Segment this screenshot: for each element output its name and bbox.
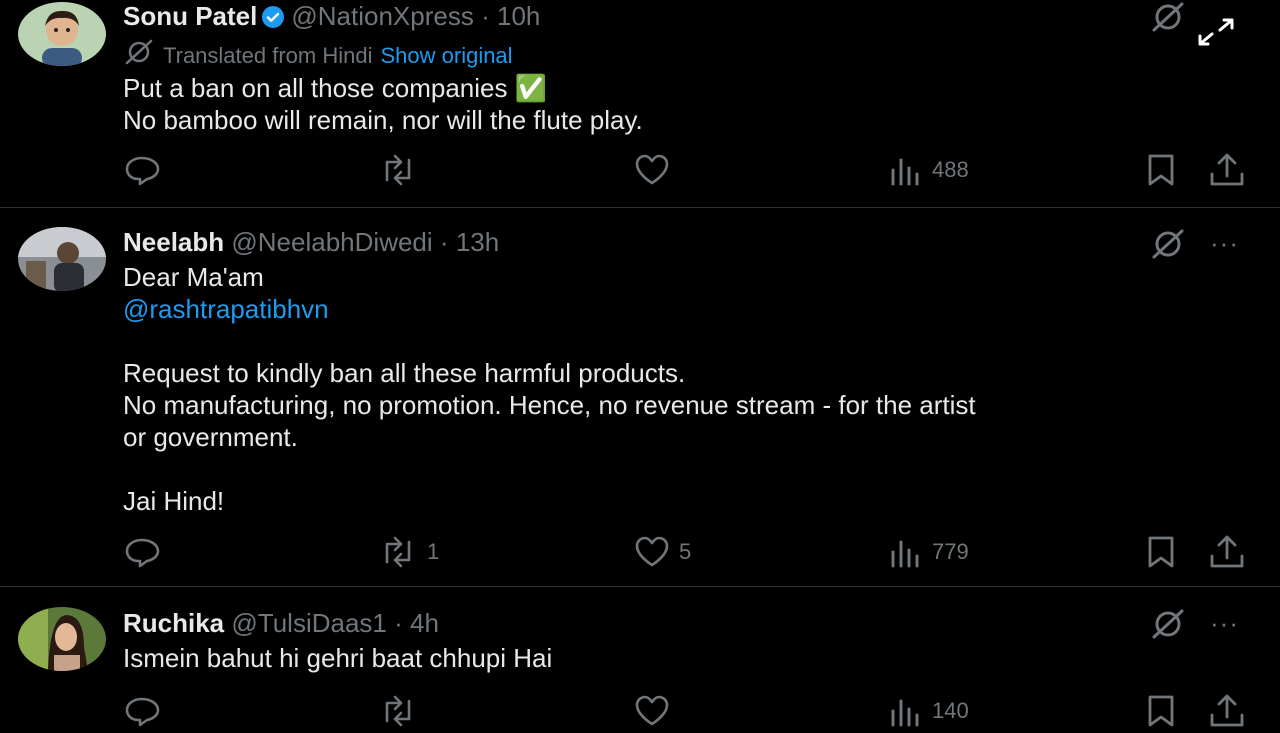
bookmark-icon [1144,152,1178,188]
repost-button[interactable]: 1 [377,534,439,570]
bookmark-button[interactable] [1144,693,1178,729]
bookmark-button[interactable] [1144,152,1178,188]
share-icon [1208,534,1246,570]
avatar[interactable] [18,227,106,291]
like-button[interactable] [633,693,671,729]
separator: · [394,608,403,638]
like-icon [633,534,671,570]
post-time[interactable]: 10h [497,1,540,31]
repost-count: 1 [427,539,440,564]
views-icon [888,152,924,188]
repost-icon [377,152,419,188]
mention-link[interactable]: @rashtrapatibhvn [123,293,976,325]
grok-icon [123,39,155,72]
author-name[interactable]: Sonu Patel [123,1,257,31]
post-text: Put a ban on all those companies ✅ No ba… [123,72,643,136]
grok-icon[interactable] [1150,229,1186,264]
grok-icon[interactable] [1150,2,1186,37]
reply-icon [123,693,161,729]
post-time[interactable]: 4h [410,608,439,638]
views-count: 779 [932,539,969,564]
author-handle[interactable]: @NeelabhDiwedi [231,227,432,257]
views-button[interactable]: 488 [888,152,969,188]
post-sonu-patel[interactable]: Sonu Patel @NationXpress · 10h Translated… [0,0,1280,207]
like-count: 5 [679,539,692,564]
post-header: Ruchika @TulsiDaas1 · 4h [123,607,439,639]
reply-button[interactable] [123,534,161,570]
views-button[interactable]: 140 [888,693,969,729]
post-line: No bamboo will remain, nor will the flut… [123,105,643,135]
repost-icon [377,693,419,729]
post-time[interactable]: 13h [456,227,499,257]
post-line: or government. [123,422,298,452]
reply-icon [123,152,161,188]
action-bar: 1 5 779 [0,534,1280,574]
post-closing: Jai Hind! [123,486,225,516]
views-button[interactable]: 779 [888,534,969,570]
repost-button[interactable] [377,152,419,188]
like-button[interactable] [633,152,671,188]
avatar[interactable] [18,607,106,671]
show-original-link[interactable]: Show original [380,42,512,70]
like-icon [633,152,671,188]
more-icon[interactable]: ··· [1210,228,1239,259]
bookmark-icon [1144,534,1178,570]
post-text: Dear Ma'am @rashtrapatibhvn Request to k… [123,261,976,517]
author-name[interactable]: Neelabh [123,227,224,257]
bookmark-button[interactable] [1144,534,1178,570]
repost-icon [377,534,419,570]
reply-button[interactable] [123,152,161,188]
post-header: Sonu Patel @NationXpress · 10h [123,0,540,36]
post-neelabh[interactable]: Neelabh @NeelabhDiwedi · 13h ··· Dear Ma… [0,208,1280,586]
like-button[interactable]: 5 [633,534,691,570]
views-count: 488 [932,157,969,182]
author-handle[interactable]: @NationXpress [291,1,473,31]
post-line: No manufacturing, no promotion. Hence, n… [123,390,976,420]
share-button[interactable] [1208,693,1246,729]
post-greeting: Dear Ma'am [123,262,264,292]
translation-notice: Translated from Hindi Show original [123,39,513,72]
share-button[interactable] [1208,534,1246,570]
post-text: Ismein bahut hi gehri baat chhupi Hai [123,642,552,674]
translated-label: Translated from Hindi [163,42,373,68]
more-icon[interactable]: ··· [1210,608,1239,639]
post-line: Request to kindly ban all these harmful … [123,358,686,388]
post-header: Neelabh @NeelabhDiwedi · 13h [123,226,499,258]
share-button[interactable] [1208,152,1246,188]
views-icon [888,693,924,729]
separator: · [439,227,449,257]
post-ruchika[interactable]: Ruchika @TulsiDaas1 · 4h ··· Ismein bahu… [0,587,1280,727]
bookmark-icon [1144,693,1178,729]
share-icon [1208,693,1246,729]
reply-icon [123,534,161,570]
views-count: 140 [932,698,969,723]
avatar[interactable] [18,2,106,66]
share-icon [1208,152,1246,188]
action-bar: 140 [0,693,1280,733]
post-line: Put a ban on all those companies ✅ [123,73,548,103]
reply-button[interactable] [123,693,161,729]
action-bar: 488 [0,152,1280,192]
author-name[interactable]: Ruchika [123,608,224,638]
grok-icon[interactable] [1150,609,1186,644]
separator: · [481,1,490,31]
like-icon [633,693,671,729]
post-line: Ismein bahut hi gehri baat chhupi Hai [123,643,553,673]
repost-button[interactable] [377,693,419,729]
verified-badge-icon [261,4,285,36]
views-icon [888,534,924,570]
expand-icon[interactable] [1194,14,1238,55]
author-handle[interactable]: @TulsiDaas1 [231,608,386,638]
